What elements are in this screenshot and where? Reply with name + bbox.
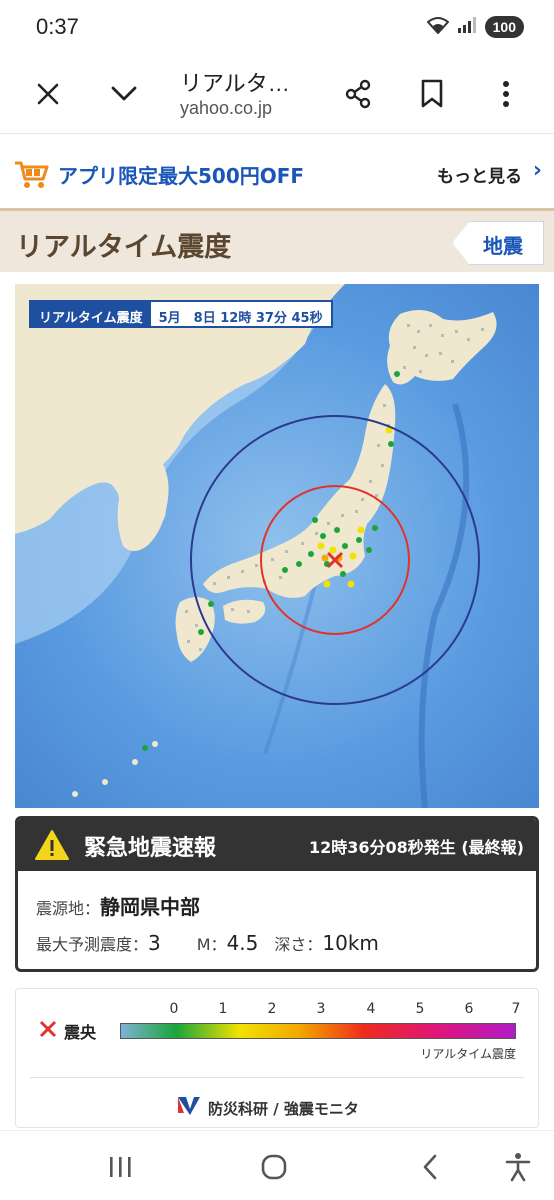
epicenter-label: 震源地： xyxy=(36,899,101,918)
map-svg xyxy=(15,284,539,808)
legend-tick: 3 xyxy=(316,1001,326,1017)
legend-epicenter-label: 震央 xyxy=(64,1023,97,1042)
browser-toolbar: リアルタ… yahoo.co.jp xyxy=(0,54,554,134)
eew-title: 緊急地震速報 xyxy=(84,836,217,861)
accessibility-icon[interactable] xyxy=(498,1147,538,1187)
status-icons: 100 xyxy=(426,16,524,38)
epicenter-row: 震源地：静岡県中部 xyxy=(36,891,200,920)
island xyxy=(132,759,138,765)
legend-tick: 6 xyxy=(464,1001,474,1017)
map-timestamp-label: リアルタイム震度 5月 8日 12時 37分 45秒 xyxy=(29,300,333,328)
legend-caption: リアルタイム震度 xyxy=(420,1047,516,1061)
divider xyxy=(30,1077,524,1078)
battery-badge: 100 xyxy=(484,16,524,38)
legend-tick: 7 xyxy=(511,1001,521,1017)
legend-ticks: 0 1 2 3 4 5 6 7 xyxy=(120,1001,521,1021)
legend-tick: 0 xyxy=(169,1001,179,1017)
earthquake-link[interactable]: 地震 xyxy=(452,221,544,265)
status-bar: 0:37 100 xyxy=(0,0,554,54)
eew-header: 緊急地震速報 12時36分08秒発生 (最終報) xyxy=(18,819,536,871)
nied-logo xyxy=(176,1095,202,1121)
chevron-down-icon[interactable] xyxy=(100,70,148,118)
promo-text[interactable]: アプリ限定最大500円OFF xyxy=(58,160,304,189)
home-icon[interactable] xyxy=(254,1147,294,1187)
status-time: 0:37 xyxy=(36,14,79,39)
system-nav-bar xyxy=(0,1130,554,1200)
eew-details-row: 最大予測震度：3 M：4.5 深さ：10km xyxy=(36,931,379,955)
earthquake-link-label: 地震 xyxy=(483,234,523,258)
eew-panel: 緊急地震速報 12時36分08秒発生 (最終報) 震源地：静岡県中部 最大予測震… xyxy=(15,816,539,972)
depth-label: 深さ： xyxy=(274,935,323,954)
warning-icon xyxy=(34,829,70,865)
magnitude-value: 4.5 xyxy=(226,931,259,955)
epicenter-x-icon xyxy=(38,1019,58,1043)
signal-icon xyxy=(457,16,477,38)
promo-more-link[interactable]: もっと見る xyxy=(437,162,522,187)
back-icon[interactable] xyxy=(410,1147,450,1187)
legend-color-bar xyxy=(120,1023,516,1039)
intensity-legend: 震央 0 1 2 3 4 5 6 7 リアルタイム震度 防災科研 / 強震モニタ xyxy=(15,988,539,1128)
share-icon[interactable] xyxy=(334,70,382,118)
island xyxy=(152,741,158,747)
max-intensity-label: 最大予測震度： xyxy=(36,935,149,954)
depth-value: 10km xyxy=(322,931,379,955)
legend-tick: 5 xyxy=(415,1001,425,1017)
max-intensity-value: 3 xyxy=(148,931,161,955)
legend-epicenter: 震央 xyxy=(38,1019,96,1043)
magnitude-label: M： xyxy=(196,935,227,954)
epicenter-value: 静岡県中部 xyxy=(100,895,201,919)
data-source-text: 防災科研 / 強震モニタ xyxy=(208,1099,359,1118)
section-header: リアルタイム震度 地震 xyxy=(0,208,554,272)
section-title: リアルタイム震度 xyxy=(16,232,232,263)
island xyxy=(102,779,108,785)
cart-icon xyxy=(14,160,50,194)
island xyxy=(72,791,78,797)
intensity-map[interactable]: リアルタイム震度 5月 8日 12時 37分 45秒 xyxy=(15,284,539,808)
promo-banner[interactable]: アプリ限定最大500円OFF もっと見る › xyxy=(0,140,554,206)
chevron-right-icon[interactable]: › xyxy=(533,158,542,183)
legend-tick: 2 xyxy=(267,1001,277,1017)
wifi-icon xyxy=(426,16,450,38)
map-label-title: リアルタイム震度 xyxy=(31,302,151,326)
recents-icon[interactable] xyxy=(100,1147,140,1187)
url-domain[interactable]: yahoo.co.jp xyxy=(180,98,272,119)
eew-time: 12時36分08秒発生 (最終報) xyxy=(309,838,524,857)
close-icon[interactable] xyxy=(24,70,72,118)
more-vert-icon[interactable] xyxy=(482,70,530,118)
data-source[interactable]: 防災科研 / 強震モニタ xyxy=(176,1095,359,1121)
legend-tick: 1 xyxy=(218,1001,228,1017)
legend-tick: 4 xyxy=(366,1001,376,1017)
bookmark-icon[interactable] xyxy=(408,70,456,118)
page-title[interactable]: リアルタ… xyxy=(180,66,290,98)
map-label-time: 5月 8日 12時 37分 45秒 xyxy=(158,311,323,326)
